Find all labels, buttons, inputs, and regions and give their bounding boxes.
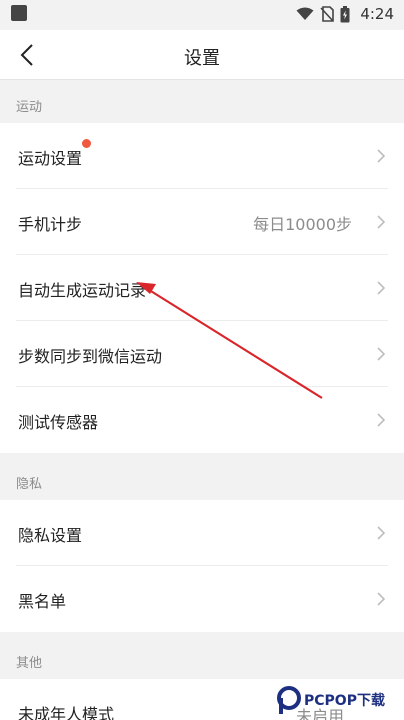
watermark-text: PCPOP下载 (304, 693, 385, 709)
section-header-label: 隐私 (16, 477, 43, 492)
status-icons: 4:24 (296, 4, 394, 24)
row-value: 每日10000步 (253, 215, 352, 234)
row-label: 测试传感器 (18, 413, 99, 432)
row-label: 手机计步 (18, 215, 83, 234)
status-time: 4:24 (360, 5, 394, 23)
pcpop-logo-icon (277, 686, 301, 714)
watermark: PCPOP下载 (276, 680, 404, 720)
chevron-right-icon (377, 592, 386, 606)
row-label: 隐私设置 (18, 526, 83, 545)
row-test-sensor[interactable]: 测试传感器 (0, 387, 404, 453)
row-sport-settings[interactable]: 运动设置 (0, 123, 404, 189)
notification-icon (11, 5, 27, 21)
row-label: 运动设置 (18, 149, 83, 168)
row-sync-wechat-sport[interactable]: 步数同步到微信运动 (0, 321, 404, 387)
wifi-icon (296, 7, 314, 20)
chevron-right-icon (377, 281, 386, 295)
row-phone-step-count[interactable]: 手机计步 每日10000步 (0, 189, 404, 255)
page-title: 设置 (184, 48, 220, 69)
row-label: 未成年人模式 (18, 705, 115, 720)
row-privacy-settings[interactable]: 隐私设置 (0, 500, 404, 566)
row-label: 自动生成运动记录 (18, 281, 147, 300)
section-header-label: 其他 (16, 656, 43, 671)
section-header-label: 运动 (16, 100, 43, 115)
nav-bar: 设置 (0, 30, 404, 80)
battery-icon (340, 5, 350, 22)
row-auto-generate-records[interactable]: 自动生成运动记录 (0, 255, 404, 321)
section-header-sport: 运动 (0, 81, 404, 123)
section-header-privacy: 隐私 (0, 458, 404, 500)
row-label: 黑名单 (18, 592, 67, 611)
status-bar: 4:24 (0, 0, 404, 30)
chevron-right-icon (377, 526, 386, 540)
new-badge-dot (82, 139, 91, 148)
chevron-right-icon (377, 149, 386, 163)
no-sim-icon (320, 6, 335, 22)
chevron-right-icon (377, 347, 386, 361)
chevron-right-icon (377, 215, 386, 229)
row-label: 步数同步到微信运动 (18, 347, 163, 366)
row-blacklist[interactable]: 黑名单 (0, 566, 404, 632)
section-header-other: 其他 (0, 637, 404, 679)
chevron-right-icon (377, 413, 386, 427)
